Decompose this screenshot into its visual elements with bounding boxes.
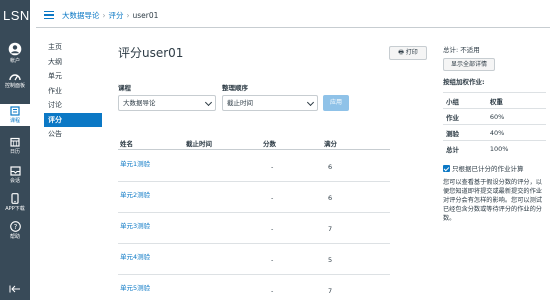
- collapse-arrow-icon[interactable]: [9, 285, 21, 293]
- grade-summary-panel: 总计: 不适用 显示全部详情 按组加权作业: 小组 权重 作业 60% 测验 4…: [443, 44, 548, 224]
- assignment-link[interactable]: 单元2测验: [120, 189, 150, 199]
- weights-value: 100%: [486, 140, 546, 157]
- phone-icon: [11, 193, 19, 204]
- breadcrumb-user: user01: [132, 11, 159, 20]
- help-icon: ?: [9, 221, 21, 232]
- points-cell: 5: [328, 256, 333, 264]
- course-nav-announcements[interactable]: 公告: [44, 127, 102, 142]
- course-nav-syllabus[interactable]: 大纲: [44, 55, 102, 70]
- nav-app-download[interactable]: APP下载: [0, 193, 30, 212]
- header-divider: [36, 27, 550, 28]
- table-row: 单元2测验 - 6: [118, 182, 390, 213]
- total-grade: 总计: 不适用: [443, 46, 480, 54]
- nav-account-label: 帐户: [9, 58, 20, 64]
- table-row: 单元1测验 - 6: [118, 151, 390, 182]
- weights-row: 总计 100%: [443, 140, 546, 157]
- table-row: 单元5测验 - 7: [118, 275, 390, 300]
- weights-header-group: 小组: [443, 92, 487, 109]
- chevron-down-icon: [204, 98, 213, 107]
- breadcrumb-separator-icon: ›: [102, 11, 106, 20]
- table-row: 单元4测验 - 5: [118, 244, 390, 275]
- weights-table: 小组 权重 作业 60% 测验 40% 总计 100%: [443, 92, 546, 157]
- nav-calendar[interactable]: 日历: [0, 137, 30, 155]
- course-nav-modules[interactable]: 单元: [44, 69, 102, 84]
- courses-icon: [10, 106, 20, 116]
- printer-icon: 🖶: [398, 49, 404, 56]
- account-icon: [8, 42, 22, 56]
- dashboard-icon: [9, 74, 21, 81]
- global-nav: LSN 帐户 控制面板 课程 日历 会话 APP下载 ? 帮助: [0, 0, 30, 300]
- print-button-label: 打印: [405, 49, 418, 56]
- weights-group: 测验: [443, 124, 487, 141]
- sort-select[interactable]: 截止时间: [222, 95, 318, 111]
- course-nav-grades[interactable]: 评分: [44, 112, 102, 127]
- nav-calendar-label: 日历: [9, 149, 20, 155]
- nav-app-download-label: APP下载: [5, 206, 25, 212]
- weights-group: 作业: [443, 108, 487, 125]
- score-cell: -: [271, 256, 274, 264]
- column-header-due[interactable]: 截止时间: [186, 138, 212, 148]
- score-cell: -: [271, 163, 274, 171]
- print-button[interactable]: 🖶 打印: [389, 46, 427, 60]
- column-header-name[interactable]: 姓名: [120, 138, 133, 148]
- logo[interactable]: LSN: [3, 8, 30, 23]
- nav-inbox-label: 会话: [9, 178, 20, 184]
- weights-row: 作业 60%: [443, 108, 546, 125]
- checkbox-checked-icon[interactable]: [443, 165, 450, 172]
- nav-help[interactable]: ? 帮助: [0, 221, 30, 240]
- calendar-icon: [10, 137, 20, 147]
- weights-row: 测验 40%: [443, 124, 546, 141]
- weights-value: 40%: [486, 124, 546, 141]
- points-cell: 6: [328, 163, 333, 171]
- weight-title: 按组加权作业:: [443, 78, 485, 86]
- hamburger-menu-icon[interactable]: [44, 11, 54, 19]
- nav-inbox[interactable]: 会话: [0, 166, 30, 184]
- sort-select-value: 截止时间: [227, 99, 253, 107]
- graded-only-label: 只根据已计分的作业计算: [452, 164, 524, 173]
- course-select-label: 课程: [118, 84, 131, 92]
- course-select[interactable]: 大数据导论: [118, 95, 216, 111]
- apply-button[interactable]: 应用: [323, 95, 349, 111]
- weights-group: 总计: [443, 140, 487, 157]
- course-nav-discussions[interactable]: 讨论: [44, 98, 102, 113]
- nav-help-label: 帮助: [9, 234, 20, 240]
- column-header-score[interactable]: 分数: [263, 138, 276, 148]
- course-select-value: 大数据导论: [123, 99, 156, 107]
- inbox-icon: [9, 166, 21, 176]
- score-cell: -: [271, 225, 274, 233]
- nav-dashboard[interactable]: 控制面板: [0, 71, 30, 89]
- score-cell: -: [271, 194, 274, 202]
- what-if-note: 您可以查看基于假设分数的评分，以便您知道即将提交或最新提交的作业对评分会有怎样的…: [443, 178, 542, 223]
- course-nav-assignments[interactable]: 作业: [44, 84, 102, 99]
- table-row: 单元3测验 - 7: [118, 213, 390, 244]
- sort-select-label: 整理顺序: [222, 84, 248, 92]
- breadcrumb-grades[interactable]: 评分: [109, 11, 124, 20]
- assignment-link[interactable]: 单元3测验: [120, 220, 150, 230]
- breadcrumb: 大数据导论 › 评分 › user01: [62, 10, 158, 21]
- weights-value: 60%: [486, 108, 546, 125]
- score-cell: -: [271, 287, 274, 295]
- points-cell: 6: [328, 194, 333, 202]
- show-all-details-button[interactable]: 显示全部详情: [443, 58, 495, 71]
- column-header-points[interactable]: 满分: [324, 138, 337, 148]
- assignment-link[interactable]: 单元4测验: [120, 251, 150, 261]
- nav-account[interactable]: 帐户: [0, 42, 30, 64]
- course-nav: 主页 大纲 单元 作业 讨论 评分 公告: [44, 40, 102, 142]
- table-header-divider: [118, 149, 390, 150]
- weights-header-weight: 权重: [486, 92, 546, 109]
- points-cell: 7: [328, 287, 333, 295]
- nav-courses-label: 课程: [9, 118, 20, 124]
- assignment-link[interactable]: 单元1测验: [120, 158, 150, 168]
- svg-text:?: ?: [13, 223, 17, 231]
- course-nav-home[interactable]: 主页: [44, 40, 102, 55]
- nav-dashboard-label: 控制面板: [4, 83, 25, 89]
- nav-courses[interactable]: 课程: [0, 104, 30, 126]
- breadcrumb-separator-icon: ›: [126, 11, 130, 20]
- graded-only-checkbox[interactable]: 只根据已计分的作业计算: [443, 163, 548, 173]
- page-title: 评分user01: [118, 46, 184, 60]
- breadcrumb-course[interactable]: 大数据导论: [62, 11, 100, 20]
- chevron-down-icon: [306, 98, 315, 107]
- points-cell: 7: [328, 225, 333, 233]
- assignment-link[interactable]: 单元5测验: [120, 282, 150, 292]
